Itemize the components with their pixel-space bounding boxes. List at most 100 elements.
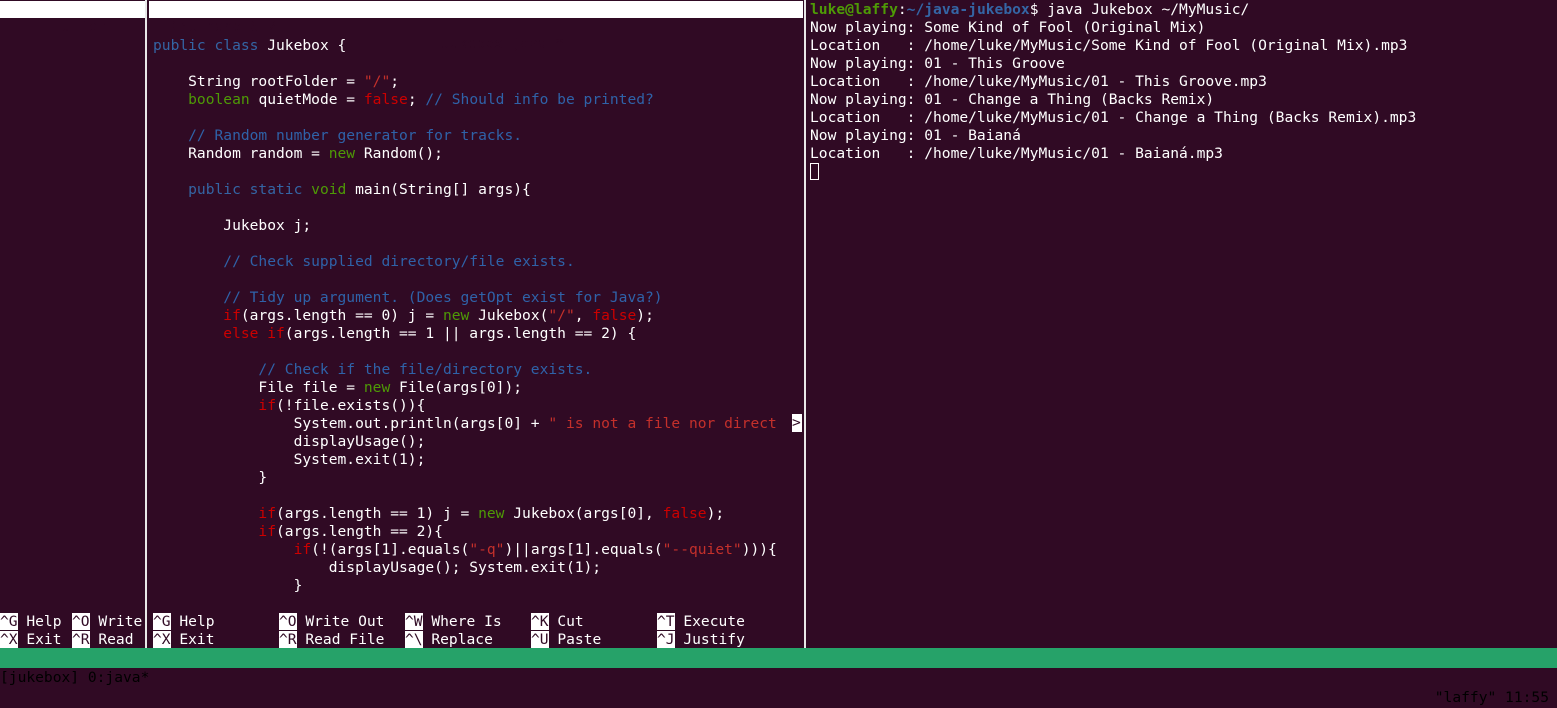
code-token: String rootFolder = — [153, 73, 364, 90]
code-line[interactable]: boolean quietMode = false; // Should inf… — [153, 91, 654, 109]
pane-divider[interactable] — [145, 0, 147, 648]
cursor-line[interactable] — [810, 163, 819, 181]
output-line: Location : /home/luke/MyMusic/01 - Baian… — [810, 145, 1223, 162]
shortcut-execute[interactable]: ^T Execute — [657, 613, 745, 631]
code-token: if — [153, 541, 312, 558]
code-line[interactable]: if(args.length == 0) j = new Jukebox("/"… — [153, 307, 654, 325]
shortcut-key: ^\ — [405, 631, 423, 648]
line-overflow-marker: > — [792, 414, 802, 432]
code-token: else if — [153, 325, 285, 342]
code-line[interactable]: System.exit(1); — [153, 451, 426, 469]
pane-divider[interactable] — [804, 0, 806, 648]
code-line[interactable]: public static void main(String[] args){ — [153, 181, 531, 199]
shortcut-label: Help — [17, 613, 62, 630]
code-token: new — [363, 379, 400, 396]
code-token: displayUsage(); System.exit(1); — [153, 559, 602, 576]
code-token: (!file.exists()){ — [276, 397, 426, 414]
shortcut-key: ^X — [0, 631, 18, 648]
code-token: new — [328, 145, 364, 162]
nano-title-bar: GNU nano 6.2 Jukebox.java * — [149, 1, 803, 52]
code-token: Jukebox( — [478, 307, 549, 324]
code-token: if — [153, 505, 277, 522]
code-line[interactable]: if(args.length == 2){ — [153, 523, 443, 541]
shortcut-where-is[interactable]: ^W Where Is — [405, 613, 502, 631]
code-line[interactable]: Random random = new Random(); — [153, 145, 443, 163]
code-token: Random(); — [363, 145, 443, 162]
code-line[interactable]: // Random number generator for tracks. — [153, 127, 522, 145]
command-text: java Jukebox ~/MyMusic/ — [1047, 1, 1250, 18]
shortcut-exit[interactable]: ^X Exit — [0, 631, 62, 648]
code-token: // Tidy up argument. (Does getOpt exist … — [153, 289, 663, 306]
prompt-path: ~/java-jukebox — [906, 1, 1030, 18]
code-line[interactable]: String rootFolder = "/"; — [153, 73, 399, 91]
code-line[interactable]: // Check if the file/directory exists. — [153, 361, 592, 379]
shortcut-read[interactable]: ^R Read — [72, 631, 134, 648]
host-time: "laffy" 11:55 — [1434, 689, 1549, 706]
code-line[interactable]: displayUsage(); System.exit(1); — [153, 559, 601, 577]
code-line[interactable]: else if(args.length == 1 || args.length … — [153, 325, 636, 343]
code-token: false — [592, 307, 637, 324]
code-line[interactable]: System.out.println(args[0] + " is not a … — [153, 415, 777, 433]
shortcut-read-file[interactable]: ^R Read File — [279, 631, 384, 648]
shortcut-justify[interactable]: ^J Justify — [657, 631, 745, 648]
prompt-user: luke@laffy — [810, 1, 898, 18]
output-line: Now playing: 01 - Change a Thing (Backs … — [810, 91, 1215, 108]
code-token: quietMode = — [258, 91, 364, 108]
code-line[interactable]: public class Jukebox { — [153, 37, 346, 55]
nano-editor-pane[interactable]: GNU nano 6.2 Jukebox.java * public class… — [149, 0, 803, 648]
shortcut-label: Read File — [296, 631, 385, 648]
shortcut-label: Write Out — [296, 613, 385, 630]
shortcut-key: ^U — [531, 631, 549, 648]
code-line[interactable]: File file = new File(args[0]); — [153, 379, 522, 397]
code-line[interactable]: if(args.length == 1) j = new Jukebox(arg… — [153, 505, 724, 523]
code-token: Jukebox { — [267, 37, 347, 54]
shortcut-help[interactable]: ^G Help — [0, 613, 62, 631]
nano-filename: Jukebox.java * — [441, 35, 565, 52]
shortcut-exit[interactable]: ^X Exit — [153, 631, 215, 648]
code-line[interactable]: } — [153, 577, 303, 595]
output-line: Now playing: 01 - Baianá — [810, 127, 1021, 144]
shortcut-paste[interactable]: ^U Paste — [531, 631, 601, 648]
code-token: ); — [706, 505, 725, 522]
code-token: "--quiet" — [662, 541, 742, 558]
output-line: Location : /home/luke/MyMusic/Some Kind … — [810, 37, 1408, 54]
code-line[interactable]: Jukebox j; — [153, 217, 311, 235]
code-token: , — [574, 307, 593, 324]
code-line[interactable]: } — [153, 469, 267, 487]
shortcut-key: ^G — [0, 613, 18, 630]
code-line[interactable]: // Tidy up argument. (Does getOpt exist … — [153, 289, 663, 307]
shortcut-key: ^G — [153, 613, 171, 630]
shortcut-write[interactable]: ^O Write — [72, 613, 142, 631]
left-pane[interactable]: ...uffer ^G Help ^O Write ^X Exit ^R Read — [0, 0, 145, 648]
tmux-status-bar: [jukebox] 0:java* "laffy" 11:55 — [0, 648, 1557, 706]
nano-app-name: GNU nano 6.2 — [171, 18, 277, 35]
code-token: ))){ — [741, 541, 777, 558]
shortcut-label: Cut — [548, 613, 584, 630]
shortcut-label: Paste — [548, 631, 602, 648]
shortcut-label: Write — [89, 613, 143, 630]
code-token: false — [363, 91, 408, 108]
code-line[interactable]: displayUsage(); — [153, 433, 426, 451]
shortcut-replace[interactable]: ^\ Replace — [405, 631, 493, 648]
session-label[interactable]: [jukebox] 0:java* — [0, 668, 149, 688]
shortcut-key: ^O — [279, 613, 297, 630]
shortcut-help[interactable]: ^G Help — [153, 613, 215, 631]
terminal-pane[interactable]: luke@laffy:~/java-jukebox$ java Jukebox … — [808, 0, 1557, 648]
code-token: } — [153, 469, 268, 486]
code-token: File file = — [153, 379, 364, 396]
code-token: (args.length == 2){ — [276, 523, 443, 540]
code-token: // Should info be printed? — [425, 91, 654, 108]
shortcut-cut[interactable]: ^K Cut — [531, 613, 584, 631]
output-line: Now playing: Some Kind of Fool (Original… — [810, 19, 1206, 36]
code-token: Jukebox j; — [153, 217, 312, 234]
code-line[interactable]: // Check supplied directory/file exists. — [153, 253, 574, 271]
code-token: } — [153, 577, 303, 594]
code-line[interactable]: if(!file.exists()){ — [153, 397, 425, 415]
code-token: "-q" — [469, 541, 505, 558]
code-token: if — [153, 397, 277, 414]
shortcut-label: Exit — [170, 631, 215, 648]
code-token: System.out.println(args[0] + — [153, 415, 549, 432]
shortcut-write-out[interactable]: ^O Write Out — [279, 613, 384, 631]
code-line[interactable]: if(!(args[1].equals("-q")||args[1].equal… — [153, 541, 777, 559]
code-token: Random random = — [153, 145, 329, 162]
